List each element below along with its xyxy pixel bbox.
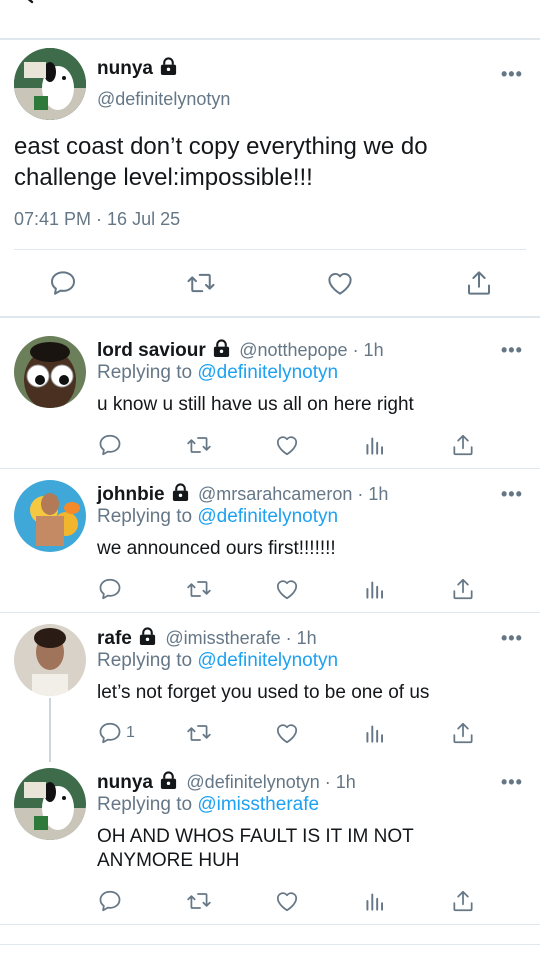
analytics-icon[interactable] <box>362 888 388 914</box>
tweet-text-line: east coast don’t copy everything we do <box>14 133 428 160</box>
reply-header[interactable]: nunya @definitelynotyn · 1h <box>97 771 356 794</box>
divider <box>0 944 540 945</box>
header-divider <box>0 38 540 40</box>
author-name: rafe <box>97 628 132 649</box>
divider <box>0 468 540 469</box>
reply-header[interactable]: rafe @imisstherafe · 1h <box>97 627 317 650</box>
avatar-snoopy-icon <box>14 48 86 120</box>
reply-text: let’s not forget you used to be one of u… <box>97 682 430 703</box>
reply-text: we announced ours first!!!!!!! <box>97 538 336 559</box>
reply-icon[interactable] <box>97 888 123 914</box>
author-handle: @notthepope · 1h <box>239 340 384 360</box>
like-icon[interactable] <box>274 888 300 914</box>
reply-text-line: OH AND WHOS FAULT IS IT IM NOT <box>97 826 414 847</box>
replying-to-link[interactable]: @definitelynotyn <box>197 362 338 383</box>
more-icon[interactable]: ••• <box>501 64 523 85</box>
retweet-icon[interactable] <box>186 888 212 914</box>
reply-count: 1 <box>126 724 135 741</box>
author-handle: @mrsarahcameron · 1h <box>198 484 389 504</box>
author-handle[interactable]: @definitelynotyn <box>97 89 230 110</box>
retweet-icon[interactable] <box>186 720 212 746</box>
author-name: nunya <box>97 58 153 79</box>
lock-icon <box>159 57 178 76</box>
reply-text: u know u still have us all on here right <box>97 394 414 415</box>
reply-icon[interactable] <box>48 268 78 298</box>
avatar[interactable] <box>14 336 86 408</box>
replying-prefix: Replying to <box>97 506 198 527</box>
replying-to: Replying to @imisstherafe <box>97 794 319 816</box>
avatar-snoopy-icon <box>14 768 86 840</box>
reply-header[interactable]: lord saviour @notthepope · 1h <box>97 339 384 362</box>
like-icon[interactable] <box>325 268 355 298</box>
reply-header[interactable]: johnbie @mrsarahcameron · 1h <box>97 483 388 506</box>
author-name: johnbie <box>97 484 165 505</box>
share-icon[interactable] <box>450 432 476 458</box>
reply-icon[interactable] <box>97 720 123 746</box>
replying-prefix: Replying to <box>97 362 198 383</box>
analytics-icon[interactable] <box>362 432 388 458</box>
reply-text: OH AND WHOS FAULT IS IT IM NOT ANYMORE H… <box>97 825 414 873</box>
more-icon[interactable]: ••• <box>501 340 523 361</box>
avatar-portrait-icon <box>14 624 86 696</box>
replying-to-link[interactable]: @imisstherafe <box>197 794 319 815</box>
avatar[interactable] <box>14 768 86 840</box>
replying-prefix: Replying to <box>97 650 198 671</box>
replying-to: Replying to @definitelynotyn <box>97 362 338 384</box>
tweet-author[interactable]: nunya <box>97 57 178 80</box>
avatar[interactable] <box>14 624 86 696</box>
share-icon[interactable] <box>450 576 476 602</box>
lock-icon <box>171 483 190 502</box>
author-handle: @imisstherafe · 1h <box>165 628 317 648</box>
avatar[interactable] <box>14 480 86 552</box>
author-name: lord saviour <box>97 340 206 361</box>
divider <box>0 612 540 613</box>
replying-to-link[interactable]: @definitelynotyn <box>197 506 338 527</box>
avatar-duck-icon <box>14 480 86 552</box>
lock-icon <box>138 627 157 646</box>
retweet-icon[interactable] <box>186 576 212 602</box>
replying-to: Replying to @definitelynotyn <box>97 650 338 672</box>
like-icon[interactable] <box>274 432 300 458</box>
tweet-text: east coast don’t copy everything we do c… <box>14 131 534 193</box>
thread-connector <box>49 698 51 762</box>
share-icon[interactable] <box>450 888 476 914</box>
reply-text-line: ANYMORE HUH <box>97 850 240 871</box>
analytics-icon[interactable] <box>362 720 388 746</box>
author-name: nunya <box>97 772 153 793</box>
lock-icon <box>159 771 178 790</box>
replying-to: Replying to @definitelynotyn <box>97 506 338 528</box>
replying-to-link[interactable]: @definitelynotyn <box>197 650 338 671</box>
more-icon[interactable]: ••• <box>501 628 523 649</box>
lock-icon <box>212 339 231 358</box>
analytics-icon[interactable] <box>362 576 388 602</box>
share-icon[interactable] <box>464 268 494 298</box>
more-icon[interactable]: ••• <box>501 772 523 793</box>
share-icon[interactable] <box>450 720 476 746</box>
author-handle: @definitelynotyn · 1h <box>186 772 356 792</box>
like-icon[interactable] <box>274 720 300 746</box>
more-icon[interactable]: ••• <box>501 484 523 505</box>
tweet-text-line: challenge level:impossible!!! <box>14 164 313 191</box>
retweet-icon[interactable] <box>186 268 216 298</box>
replying-prefix: Replying to <box>97 794 198 815</box>
avatar-googly-eyes-icon <box>14 336 86 408</box>
tweet-timestamp: 07:41 PM · 16 Jul 25 <box>14 209 181 229</box>
back-arrow-icon[interactable] <box>14 0 44 14</box>
retweet-icon[interactable] <box>186 432 212 458</box>
like-icon[interactable] <box>274 576 300 602</box>
avatar[interactable] <box>14 48 86 120</box>
reply-icon[interactable] <box>97 432 123 458</box>
divider <box>14 249 526 250</box>
divider <box>0 316 540 318</box>
reply-icon[interactable] <box>97 576 123 602</box>
divider <box>0 924 540 925</box>
